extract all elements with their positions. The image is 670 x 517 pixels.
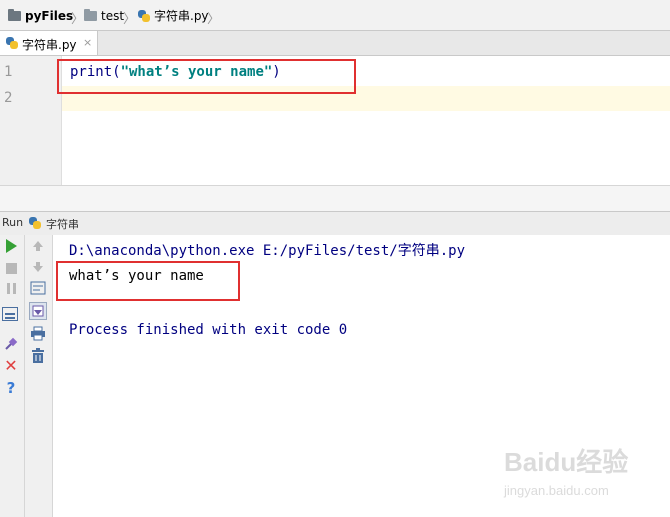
code-highlight-box bbox=[57, 59, 356, 94]
console-command: D:\anaconda\python.exe E:/pyFiles/test/字… bbox=[69, 243, 466, 259]
tab-file[interactable]: 字符串.py × bbox=[0, 31, 98, 55]
watermark-brand: Baidu经验 bbox=[504, 447, 628, 477]
breadcrumb: pyFiles 〉 test 〉 字符串.py 〉 bbox=[0, 0, 670, 31]
run-toolbar-secondary bbox=[25, 235, 53, 517]
close-icon[interactable]: × bbox=[83, 36, 92, 49]
up-arrow-icon[interactable] bbox=[30, 238, 46, 254]
python-file-icon bbox=[5, 36, 19, 50]
breadcrumb-folder-label: test bbox=[101, 9, 125, 23]
python-file-icon bbox=[137, 9, 151, 23]
pause-icon[interactable] bbox=[3, 280, 19, 296]
breadcrumb-file-label: 字符串.py bbox=[154, 9, 209, 23]
run-toolbar-primary: ✕ ? bbox=[0, 235, 25, 517]
breadcrumb-project[interactable]: pyFiles bbox=[8, 8, 73, 24]
stop-icon[interactable] bbox=[3, 260, 19, 276]
breadcrumb-project-label: pyFiles bbox=[25, 9, 74, 23]
folder-icon bbox=[8, 9, 21, 21]
restore-layout-icon[interactable] bbox=[2, 307, 18, 321]
run-config-tab[interactable]: 字符串 bbox=[46, 216, 79, 232]
folder-icon bbox=[84, 9, 97, 21]
chevron-right-icon: 〉 bbox=[207, 12, 221, 27]
chevron-right-icon: 〉 bbox=[71, 12, 85, 27]
run-panel-header: Run 字符串 bbox=[0, 211, 670, 236]
tab-label: 字符串.py bbox=[22, 38, 77, 52]
print-icon[interactable] bbox=[30, 325, 46, 341]
help-icon[interactable]: ? bbox=[3, 380, 19, 396]
baidu-watermark: Baidu经验 jingyan.baidu.com bbox=[504, 441, 654, 503]
scroll-to-end-icon[interactable] bbox=[29, 302, 47, 320]
baidu-logo-icon: Baidu经验 bbox=[504, 447, 628, 477]
close-run-icon[interactable]: ✕ bbox=[3, 358, 19, 374]
editor-bottom-area bbox=[0, 185, 670, 212]
run-icon[interactable] bbox=[3, 238, 19, 254]
trash-icon[interactable] bbox=[30, 347, 46, 363]
pin-icon[interactable] bbox=[3, 336, 19, 352]
line-number-gutter: 1 2 bbox=[0, 56, 62, 185]
watermark-url: jingyan.baidu.com bbox=[504, 483, 609, 498]
editor-tab-bar: 字符串.py × bbox=[0, 31, 670, 56]
python-file-icon bbox=[28, 216, 42, 230]
breadcrumb-folder[interactable]: test bbox=[84, 8, 124, 24]
line-number: 2 bbox=[4, 90, 13, 106]
soft-wrap-icon[interactable] bbox=[30, 280, 46, 296]
console-exit-status: Process finished with exit code 0 bbox=[69, 322, 348, 338]
line-number: 1 bbox=[4, 64, 13, 80]
chevron-right-icon: 〉 bbox=[123, 12, 137, 27]
down-arrow-icon[interactable] bbox=[30, 259, 46, 275]
run-panel-title: Run bbox=[2, 216, 24, 229]
output-highlight-box bbox=[56, 261, 240, 301]
breadcrumb-file[interactable]: 字符串.py bbox=[137, 8, 209, 24]
